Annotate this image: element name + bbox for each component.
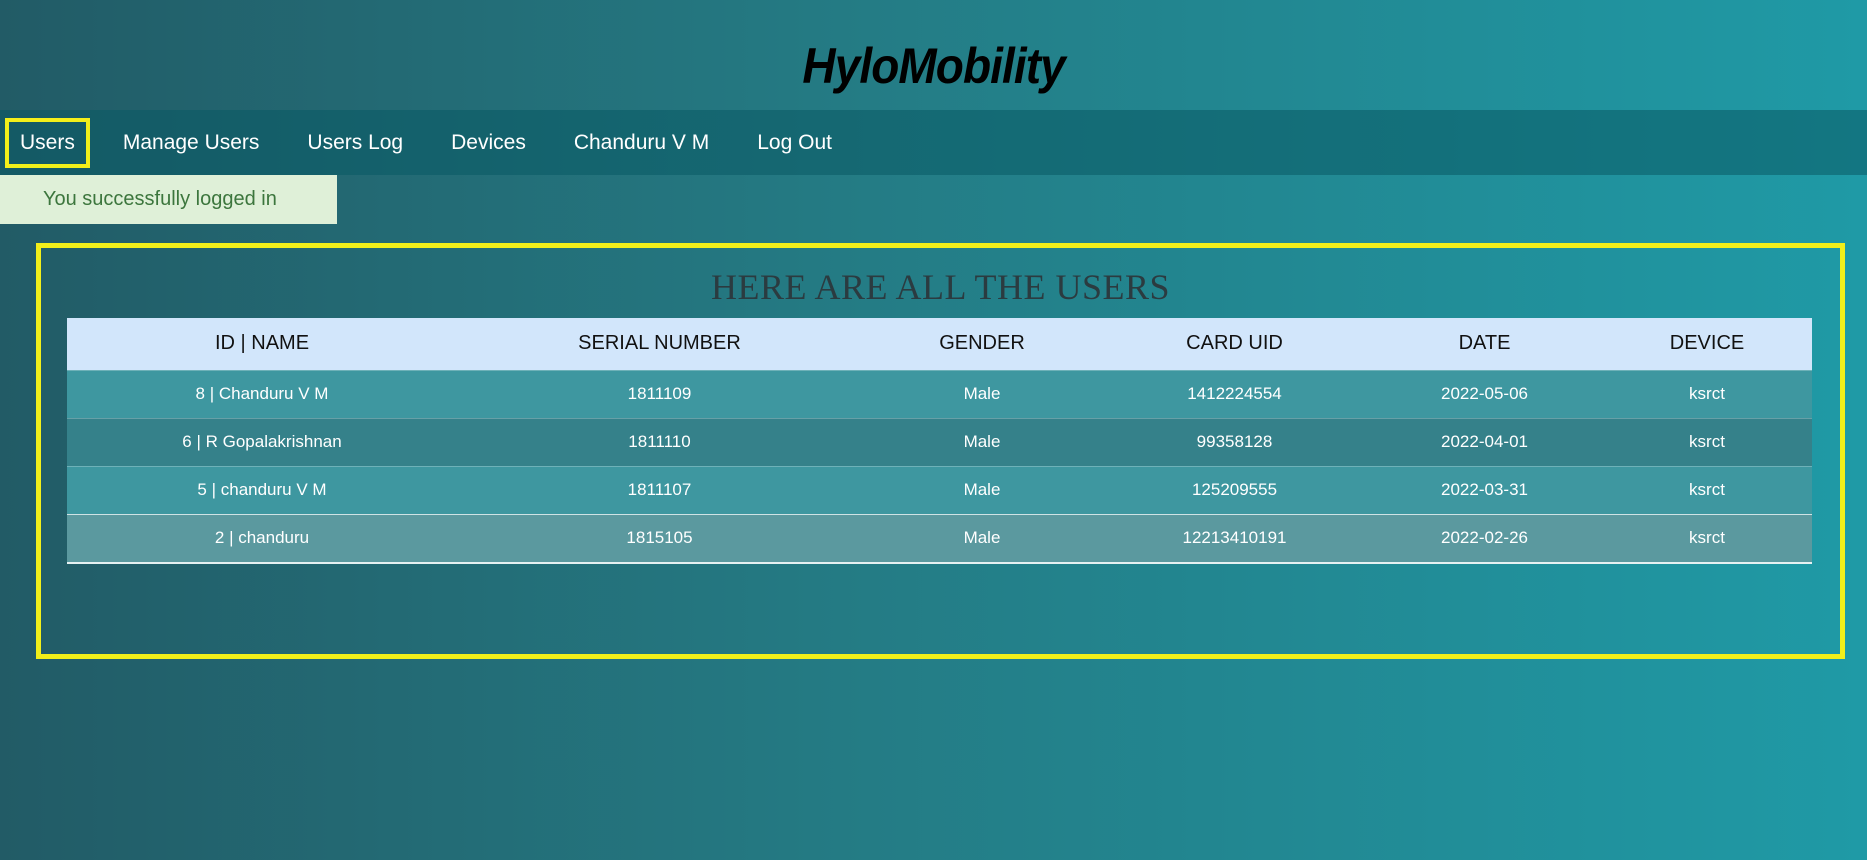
- table-row[interactable]: 8 | Chanduru V M 1811109 Male 1412224554…: [67, 370, 1812, 418]
- cell-id-name: 5 | chanduru V M: [197, 480, 327, 499]
- cell-gender: Male: [963, 528, 1001, 547]
- cell-id-name: 8 | Chanduru V M: [195, 384, 329, 403]
- cell-card-uid: 125209555: [1191, 480, 1278, 499]
- cell-gender: Male: [963, 384, 1001, 403]
- nav-item-users-log[interactable]: Users Log: [296, 122, 414, 164]
- column-header-gender: GENDER: [939, 332, 1025, 355]
- cell-device: ksrct: [1689, 480, 1725, 499]
- cell-serial-number: 1811107: [627, 480, 692, 499]
- column-header-card-uid: CARD UID: [1186, 332, 1283, 355]
- cell-serial-number: 1811110: [628, 432, 691, 451]
- cell-card-uid: 1412224554: [1187, 384, 1282, 403]
- cell-gender: Male: [963, 432, 1001, 451]
- nav-item-log-out[interactable]: Log Out: [746, 122, 843, 164]
- column-header-device: DEVICE: [1669, 332, 1745, 355]
- cell-date: 2022-04-01: [1441, 432, 1528, 451]
- page-title: HERE ARE ALL THE USERS: [710, 267, 1171, 307]
- flash-message: You successfully logged in: [0, 175, 337, 224]
- cell-id-name: 2 | chanduru: [214, 528, 310, 547]
- top-navigation: Users Manage Users Users Log Devices Cha…: [0, 110, 1867, 175]
- nav-item-users[interactable]: Users: [5, 117, 90, 168]
- users-panel: HERE ARE ALL THE USERS ID | NAME SERIAL …: [36, 243, 1845, 659]
- cell-device: ksrct: [1689, 432, 1725, 451]
- cell-device: ksrct: [1689, 528, 1725, 547]
- nav-item-manage-users[interactable]: Manage Users: [112, 122, 271, 164]
- users-table: ID | NAME SERIAL NUMBER GENDER CARD UID …: [67, 318, 1812, 564]
- cell-device: ksrct: [1689, 384, 1725, 403]
- brand-header: HyloMobility: [0, 0, 1867, 110]
- cell-date: 2022-05-06: [1441, 384, 1528, 403]
- table-row[interactable]: 5 | chanduru V M 1811107 Male 125209555 …: [67, 466, 1812, 514]
- cell-card-uid: 99358128: [1196, 432, 1273, 451]
- cell-id-name: 6 | R Gopalakrishnan: [182, 432, 342, 451]
- column-header-date: DATE: [1458, 332, 1511, 355]
- cell-date: 2022-02-26: [1441, 528, 1528, 547]
- brand-logo: HyloMobility: [802, 38, 1065, 94]
- flash-message-text: You successfully logged in: [43, 188, 277, 210]
- cell-card-uid: 12213410191: [1182, 528, 1287, 547]
- column-header-id-name: ID | NAME: [214, 332, 310, 355]
- cell-gender: Male: [963, 480, 1001, 499]
- column-header-serial-number: SERIAL NUMBER: [578, 332, 741, 355]
- cell-serial-number: 1811109: [627, 384, 692, 403]
- table-row[interactable]: 6 | R Gopalakrishnan 1811110 Male 993581…: [67, 418, 1812, 466]
- cell-serial-number: 1815105: [626, 528, 693, 547]
- cell-date: 2022-03-31: [1441, 480, 1528, 499]
- table-row[interactable]: 2 | chanduru 1815105 Male 12213410191 20…: [67, 514, 1812, 563]
- table-header-row: ID | NAME SERIAL NUMBER GENDER CARD UID …: [67, 318, 1812, 370]
- nav-item-profile[interactable]: Chandur​u V M: [563, 122, 720, 164]
- nav-item-devices[interactable]: Devices: [440, 122, 537, 164]
